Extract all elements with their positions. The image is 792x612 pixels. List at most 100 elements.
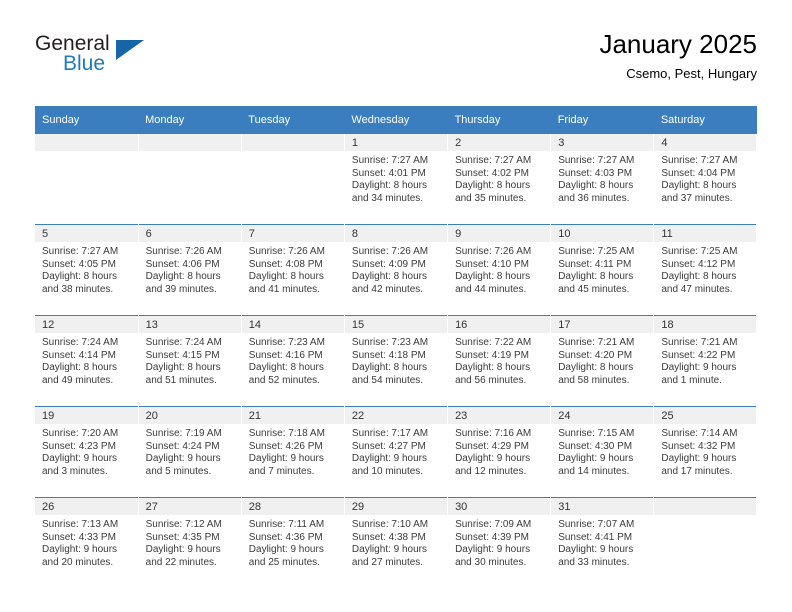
day-cell[interactable]: 5 Sunrise: 7:27 AM Sunset: 4:05 PM Dayli… xyxy=(35,224,139,316)
daylight-text-line2: and 49 minutes. xyxy=(42,374,114,386)
daylight-text-line1: Daylight: 8 hours xyxy=(351,180,427,192)
daylight-text-line1: Daylight: 9 hours xyxy=(42,544,118,556)
day-cell[interactable]: 3 Sunrise: 7:27 AM Sunset: 4:03 PM Dayli… xyxy=(550,134,655,225)
page-title: January 2025 xyxy=(599,29,757,59)
sunset-text: Sunset: 4:24 PM xyxy=(145,440,220,452)
daylight-text-line2: and 22 minutes. xyxy=(145,556,217,568)
day-number: 9 xyxy=(448,225,551,242)
sunset-text: Sunset: 4:06 PM xyxy=(145,258,220,270)
day-cell[interactable]: 10 Sunrise: 7:25 AM Sunset: 4:11 PM Dayl… xyxy=(550,224,655,316)
day-cell[interactable]: 24 Sunrise: 7:15 AM Sunset: 4:30 PM Dayl… xyxy=(550,406,655,498)
day-cell[interactable]: 30 Sunrise: 7:09 AM Sunset: 4:39 PM Dayl… xyxy=(447,497,552,588)
day-cell[interactable]: 7 Sunrise: 7:26 AM Sunset: 4:08 PM Dayli… xyxy=(241,224,345,316)
daylight-text-line1: Daylight: 9 hours xyxy=(455,453,531,465)
day-cell[interactable] xyxy=(653,497,758,588)
sunset-text: Sunset: 4:05 PM xyxy=(42,258,116,270)
sunrise-text: Sunrise: 7:21 AM xyxy=(661,337,738,348)
day-details: Sunrise: 7:25 AM Sunset: 4:12 PM Dayligh… xyxy=(654,242,756,296)
day-cell[interactable]: 21 Sunrise: 7:18 AM Sunset: 4:26 PM Dayl… xyxy=(241,406,345,498)
day-cell[interactable]: 4 Sunrise: 7:27 AM Sunset: 4:04 PM Dayli… xyxy=(653,134,758,225)
day-details: Sunrise: 7:23 AM Sunset: 4:16 PM Dayligh… xyxy=(242,333,344,387)
day-details: Sunrise: 7:21 AM Sunset: 4:20 PM Dayligh… xyxy=(551,333,653,387)
day-number: 18 xyxy=(654,316,757,333)
sunrise-text: Sunrise: 7:21 AM xyxy=(558,337,635,348)
daylight-text-line2: and 30 minutes. xyxy=(455,556,527,568)
calendar-page: General Blue January 2025 Csemo, Pest, H… xyxy=(0,0,792,612)
calendar-body: 1 Sunrise: 7:27 AM Sunset: 4:01 PM Dayli… xyxy=(35,134,758,588)
day-cell[interactable]: 13 Sunrise: 7:24 AM Sunset: 4:15 PM Dayl… xyxy=(138,315,242,407)
sunset-text: Sunset: 4:16 PM xyxy=(248,349,323,361)
day-cell[interactable]: 1 Sunrise: 7:27 AM Sunset: 4:01 PM Dayli… xyxy=(344,134,449,225)
day-details xyxy=(242,151,344,155)
daylight-text-line1: Daylight: 9 hours xyxy=(42,453,118,465)
day-cell[interactable]: 25 Sunrise: 7:14 AM Sunset: 4:32 PM Dayl… xyxy=(653,406,758,498)
sunrise-text: Sunrise: 7:09 AM xyxy=(455,519,532,530)
day-details xyxy=(139,151,241,155)
day-cell[interactable]: 14 Sunrise: 7:23 AM Sunset: 4:16 PM Dayl… xyxy=(241,315,345,407)
day-cell[interactable]: 18 Sunrise: 7:21 AM Sunset: 4:22 PM Dayl… xyxy=(653,315,758,407)
daylight-text-line2: and 20 minutes. xyxy=(42,556,114,568)
day-number: 25 xyxy=(654,407,757,424)
day-cell[interactable]: 6 Sunrise: 7:26 AM Sunset: 4:06 PM Dayli… xyxy=(138,224,242,316)
day-number: 4 xyxy=(654,134,757,151)
daylight-text-line2: and 34 minutes. xyxy=(351,192,424,204)
day-cell[interactable]: 22 Sunrise: 7:17 AM Sunset: 4:27 PM Dayl… xyxy=(344,406,449,498)
day-cell[interactable] xyxy=(138,134,242,225)
day-cell[interactable]: 29 Sunrise: 7:10 AM Sunset: 4:38 PM Dayl… xyxy=(344,497,449,588)
day-cell[interactable]: 20 Sunrise: 7:19 AM Sunset: 4:24 PM Dayl… xyxy=(138,406,242,498)
day-number: 28 xyxy=(241,498,344,515)
day-details: Sunrise: 7:19 AM Sunset: 4:24 PM Dayligh… xyxy=(139,424,241,478)
day-details: Sunrise: 7:26 AM Sunset: 4:10 PM Dayligh… xyxy=(448,242,550,296)
daylight-text-line1: Daylight: 8 hours xyxy=(145,362,221,374)
day-details: Sunrise: 7:27 AM Sunset: 4:02 PM Dayligh… xyxy=(448,151,550,205)
day-cell[interactable] xyxy=(241,134,345,225)
weekday-header-tuesday: Tuesday xyxy=(241,106,345,134)
sunrise-text: Sunrise: 7:19 AM xyxy=(145,428,222,439)
day-details: Sunrise: 7:25 AM Sunset: 4:11 PM Dayligh… xyxy=(551,242,653,296)
day-cell[interactable]: 2 Sunrise: 7:27 AM Sunset: 4:02 PM Dayli… xyxy=(447,134,552,225)
daylight-text-line2: and 7 minutes. xyxy=(248,465,315,477)
day-cell[interactable]: 8 Sunrise: 7:26 AM Sunset: 4:09 PM Dayli… xyxy=(344,224,449,316)
day-cell[interactable]: 26 Sunrise: 7:13 AM Sunset: 4:33 PM Dayl… xyxy=(35,497,139,588)
sunrise-text: Sunrise: 7:26 AM xyxy=(351,246,429,257)
general-blue-logo[interactable]: General Blue xyxy=(35,32,165,80)
day-details: Sunrise: 7:23 AM Sunset: 4:18 PM Dayligh… xyxy=(345,333,447,387)
sunrise-text: Sunrise: 7:17 AM xyxy=(351,428,429,439)
weekday-header-wednesday: Wednesday xyxy=(344,106,448,134)
day-cell[interactable] xyxy=(35,134,139,225)
day-cell[interactable]: 17 Sunrise: 7:21 AM Sunset: 4:20 PM Dayl… xyxy=(550,315,655,407)
day-number: 3 xyxy=(551,134,654,151)
day-number: 15 xyxy=(344,316,448,333)
day-number: 17 xyxy=(551,316,654,333)
day-cell[interactable]: 16 Sunrise: 7:22 AM Sunset: 4:19 PM Dayl… xyxy=(447,315,552,407)
day-cell[interactable]: 23 Sunrise: 7:16 AM Sunset: 4:29 PM Dayl… xyxy=(447,406,552,498)
sunrise-text: Sunrise: 7:25 AM xyxy=(661,246,738,257)
day-details: Sunrise: 7:26 AM Sunset: 4:06 PM Dayligh… xyxy=(139,242,241,296)
daylight-text-line1: Daylight: 8 hours xyxy=(42,271,118,283)
day-details: Sunrise: 7:24 AM Sunset: 4:15 PM Dayligh… xyxy=(139,333,241,387)
day-number: 26 xyxy=(35,498,138,515)
day-cell[interactable]: 27 Sunrise: 7:12 AM Sunset: 4:35 PM Dayl… xyxy=(138,497,242,588)
day-cell[interactable]: 15 Sunrise: 7:23 AM Sunset: 4:18 PM Dayl… xyxy=(344,315,449,407)
day-cell[interactable]: 31 Sunrise: 7:07 AM Sunset: 4:41 PM Dayl… xyxy=(550,497,655,588)
daylight-text-line1: Daylight: 9 hours xyxy=(145,544,221,556)
day-details: Sunrise: 7:26 AM Sunset: 4:08 PM Dayligh… xyxy=(242,242,344,296)
day-details: Sunrise: 7:27 AM Sunset: 4:01 PM Dayligh… xyxy=(345,151,447,205)
day-cell[interactable]: 11 Sunrise: 7:25 AM Sunset: 4:12 PM Dayl… xyxy=(653,224,758,316)
day-cell[interactable]: 9 Sunrise: 7:26 AM Sunset: 4:10 PM Dayli… xyxy=(447,224,552,316)
day-number: 31 xyxy=(551,498,654,515)
daylight-text-line1: Daylight: 8 hours xyxy=(558,271,634,283)
day-number xyxy=(35,134,138,151)
day-cell[interactable]: 19 Sunrise: 7:20 AM Sunset: 4:23 PM Dayl… xyxy=(35,406,139,498)
day-number xyxy=(138,134,241,151)
day-cell[interactable]: 28 Sunrise: 7:11 AM Sunset: 4:36 PM Dayl… xyxy=(241,497,345,588)
daylight-text-line1: Daylight: 8 hours xyxy=(661,180,737,192)
day-details: Sunrise: 7:27 AM Sunset: 4:05 PM Dayligh… xyxy=(35,242,138,296)
daylight-text-line2: and 10 minutes. xyxy=(351,465,424,477)
sunset-text: Sunset: 4:38 PM xyxy=(351,531,426,543)
sunrise-text: Sunrise: 7:24 AM xyxy=(145,337,222,348)
day-cell[interactable]: 12 Sunrise: 7:24 AM Sunset: 4:14 PM Dayl… xyxy=(35,315,139,407)
daylight-text-line2: and 14 minutes. xyxy=(558,465,630,477)
calendar-week-row: 26 Sunrise: 7:13 AM Sunset: 4:33 PM Dayl… xyxy=(35,497,758,588)
calendar-week-row: 12 Sunrise: 7:24 AM Sunset: 4:14 PM Dayl… xyxy=(35,315,758,407)
